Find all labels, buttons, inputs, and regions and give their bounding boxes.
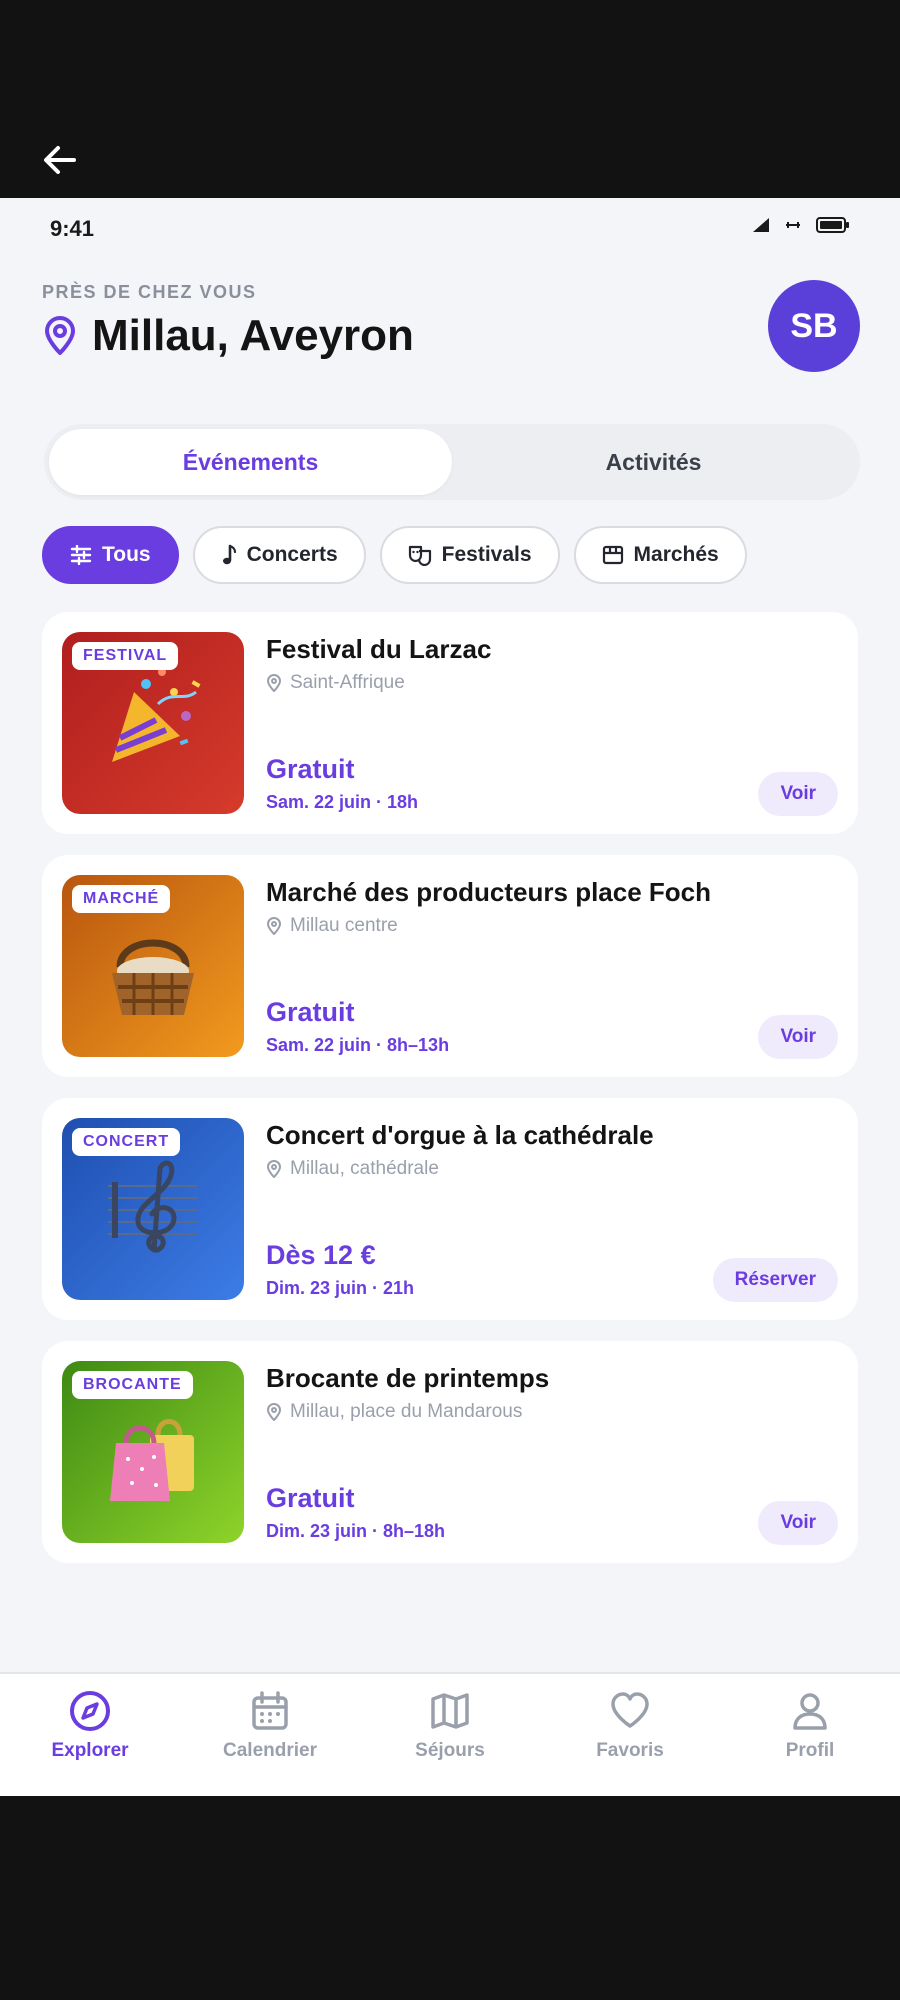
user-icon [793, 1693, 827, 1730]
location-title: Millau, Aveyron [92, 311, 414, 360]
tab-activites[interactable]: Activités [452, 429, 855, 495]
status-icons [752, 216, 850, 234]
wifi-icon [786, 222, 800, 228]
tab-evenements[interactable]: Événements [49, 429, 452, 495]
chip-label: Concerts [246, 543, 338, 566]
location-row[interactable]: Millau, Aveyron [42, 311, 414, 361]
event-action-button[interactable]: Réserver [712, 1258, 838, 1302]
event-date: Sam. 22 juin · 18h [266, 792, 419, 812]
location-kicker: PRÈS DE CHEZ VOUS [42, 282, 257, 302]
chip-concerts[interactable]: Concerts [192, 526, 366, 584]
event-title: Festival du Larzac [266, 634, 492, 664]
event-title: Concert d'orgue à la cathédrale [266, 1120, 654, 1150]
store-icon [602, 545, 623, 565]
nav-item-explorer[interactable]: Explorer [0, 1674, 180, 1796]
event-place: Saint-Affrique [266, 672, 405, 694]
event-badge: FESTIVAL [72, 642, 179, 670]
battery-icon [816, 217, 849, 233]
event-place: Millau centre [266, 915, 398, 937]
status-bar: 9:41 [0, 198, 900, 258]
event-place: Millau, place du Mandarous [266, 1401, 522, 1423]
nav-label: Explorer [51, 1740, 129, 1761]
signal-icon [753, 218, 769, 232]
location-header: PRÈS DE CHEZ VOUS Millau, Aveyron [42, 282, 414, 361]
nav-label: Profil [785, 1740, 835, 1761]
chip-marches[interactable]: Marchés [573, 526, 747, 584]
nav-item-favoris[interactable]: Favoris [540, 1674, 720, 1796]
chip-festivals[interactable]: Festivals [379, 526, 560, 584]
filter-chips: Tous Concerts Festivals Marchés [42, 526, 747, 584]
event-list: FESTIVAL Festival du Larzac Saint-Affriq… [42, 612, 858, 1584]
event-place-label: Saint-Affrique [290, 672, 405, 693]
event-price: Dès 12 € [266, 1240, 376, 1270]
location-pin-icon [266, 674, 282, 692]
event-action-button[interactable]: Voir [758, 772, 838, 816]
event-place-label: Millau centre [290, 915, 398, 936]
event-thumbnail: BROCANTE [62, 1361, 244, 1543]
location-pin-icon [266, 1403, 282, 1421]
event-title: Brocante de printemps [266, 1363, 550, 1393]
event-price: Gratuit [266, 1483, 355, 1513]
event-action-button[interactable]: Voir [758, 1015, 838, 1059]
event-badge: MARCHÉ [72, 885, 171, 913]
event-card[interactable]: CONCERT Concert d'orgue à la cathédrale … [42, 1098, 858, 1320]
event-place-label: Millau, cathédrale [290, 1158, 439, 1179]
event-card[interactable]: MARCHÉ Marché des producteurs place Foch… [42, 855, 858, 1077]
back-button[interactable] [40, 140, 86, 180]
event-card[interactable]: FESTIVAL Festival du Larzac Saint-Affriq… [42, 612, 858, 834]
event-place-label: Millau, place du Mandarous [290, 1401, 523, 1422]
location-pin-icon [266, 1160, 282, 1178]
arrow-left-icon [44, 146, 76, 174]
location-pin-icon [45, 316, 75, 355]
calendar-icon [252, 1691, 288, 1730]
segmented-tabs: Événements Activités [44, 424, 860, 500]
status-time: 9:41 [50, 216, 95, 241]
event-date: Dim. 23 juin · 8h–18h [266, 1521, 446, 1541]
event-thumbnail: CONCERT [62, 1118, 244, 1300]
app-screen: 9:41 PRÈS DE CHEZ VOUS Millau, Aveyron S… [0, 198, 900, 1796]
event-price: Gratuit [266, 754, 355, 784]
compass-icon [70, 1691, 110, 1731]
nav-label: Séjours [415, 1740, 485, 1761]
bottom-navigation: Explorer Calendrier Séjours Favoris Prof… [0, 1672, 900, 1796]
avatar[interactable]: SB [768, 280, 860, 372]
chip-label: Marchés [633, 543, 719, 566]
nav-label: Calendrier [223, 1740, 317, 1761]
system-top-bar [0, 0, 900, 198]
nav-item-profil[interactable]: Profil [720, 1674, 900, 1796]
masks-icon [408, 545, 431, 566]
chip-label: Tous [102, 543, 151, 566]
nav-item-sejours[interactable]: Séjours [360, 1674, 540, 1796]
system-bottom-bar [0, 1796, 900, 2000]
event-title: Marché des producteurs place Foch [266, 877, 712, 907]
event-date: Sam. 22 juin · 8h–13h [266, 1035, 450, 1055]
event-place: Millau, cathédrale [266, 1158, 439, 1180]
event-thumbnail: MARCHÉ [62, 875, 244, 1057]
event-badge: BROCANTE [72, 1371, 193, 1399]
event-thumbnail: FESTIVAL [62, 632, 244, 814]
event-card[interactable]: BROCANTE Brocante de printemps Millau, p… [42, 1341, 858, 1563]
music-note-icon [222, 544, 236, 565]
event-price: Gratuit [266, 997, 355, 1027]
location-pin-icon [266, 917, 282, 935]
heart-icon [611, 1692, 649, 1728]
map-icon [431, 1693, 469, 1729]
event-date: Dim. 23 juin · 21h [266, 1278, 415, 1298]
chip-tous[interactable]: Tous [42, 526, 179, 584]
event-badge: CONCERT [72, 1128, 181, 1156]
event-action-button[interactable]: Voir [758, 1501, 838, 1545]
sliders-icon [70, 545, 92, 565]
chip-label: Festivals [441, 543, 532, 566]
nav-label: Favoris [596, 1740, 664, 1761]
nav-item-calendrier[interactable]: Calendrier [180, 1674, 360, 1796]
